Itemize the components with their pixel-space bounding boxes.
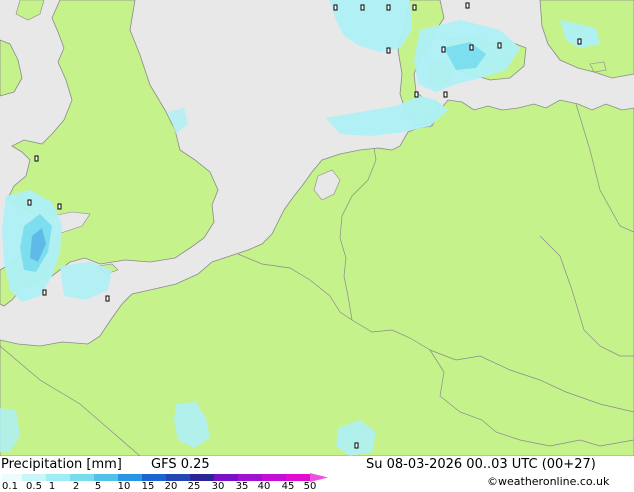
legend-title: Precipitation [mm] [1, 457, 122, 472]
scale-tick: 30 [211, 481, 225, 492]
scale-swatch [142, 474, 166, 481]
scale-tick: 2 [72, 481, 80, 492]
valid-time: Su 08-03-2026 00..03 UTC (00+27) [366, 457, 596, 472]
scale-swatch [286, 474, 310, 481]
scale-swatch [238, 474, 262, 481]
credit-text: ©weatheronline.co.uk [487, 475, 610, 488]
scale-swatch [190, 474, 214, 481]
scale-tick: 20 [164, 481, 178, 492]
scale-swatch [166, 474, 190, 481]
scale-swatch [22, 474, 46, 481]
scale-tick: 40 [257, 481, 271, 492]
scale-swatch [262, 474, 286, 481]
scale-swatch [70, 474, 94, 481]
scale-tick: 10 [117, 481, 131, 492]
scale-swatch [118, 474, 142, 481]
scale-tick: 25 [187, 481, 201, 492]
scale-tick: 35 [235, 481, 249, 492]
scale-tick: 0.1 [2, 481, 18, 492]
weather-map [0, 0, 634, 456]
scale-tick: 45 [281, 481, 295, 492]
scale-swatch [214, 474, 238, 481]
scale-swatch [94, 474, 118, 481]
scale-tick: 5 [94, 481, 102, 492]
scale-tick: 1 [48, 481, 56, 492]
model-label: GFS 0.25 [151, 457, 210, 472]
scale-tick: 50 [303, 481, 317, 492]
scale-tick: 0.5 [26, 481, 42, 492]
scale-swatch [46, 474, 70, 481]
scale-swatch [2, 474, 22, 481]
scale-tick: 15 [141, 481, 155, 492]
